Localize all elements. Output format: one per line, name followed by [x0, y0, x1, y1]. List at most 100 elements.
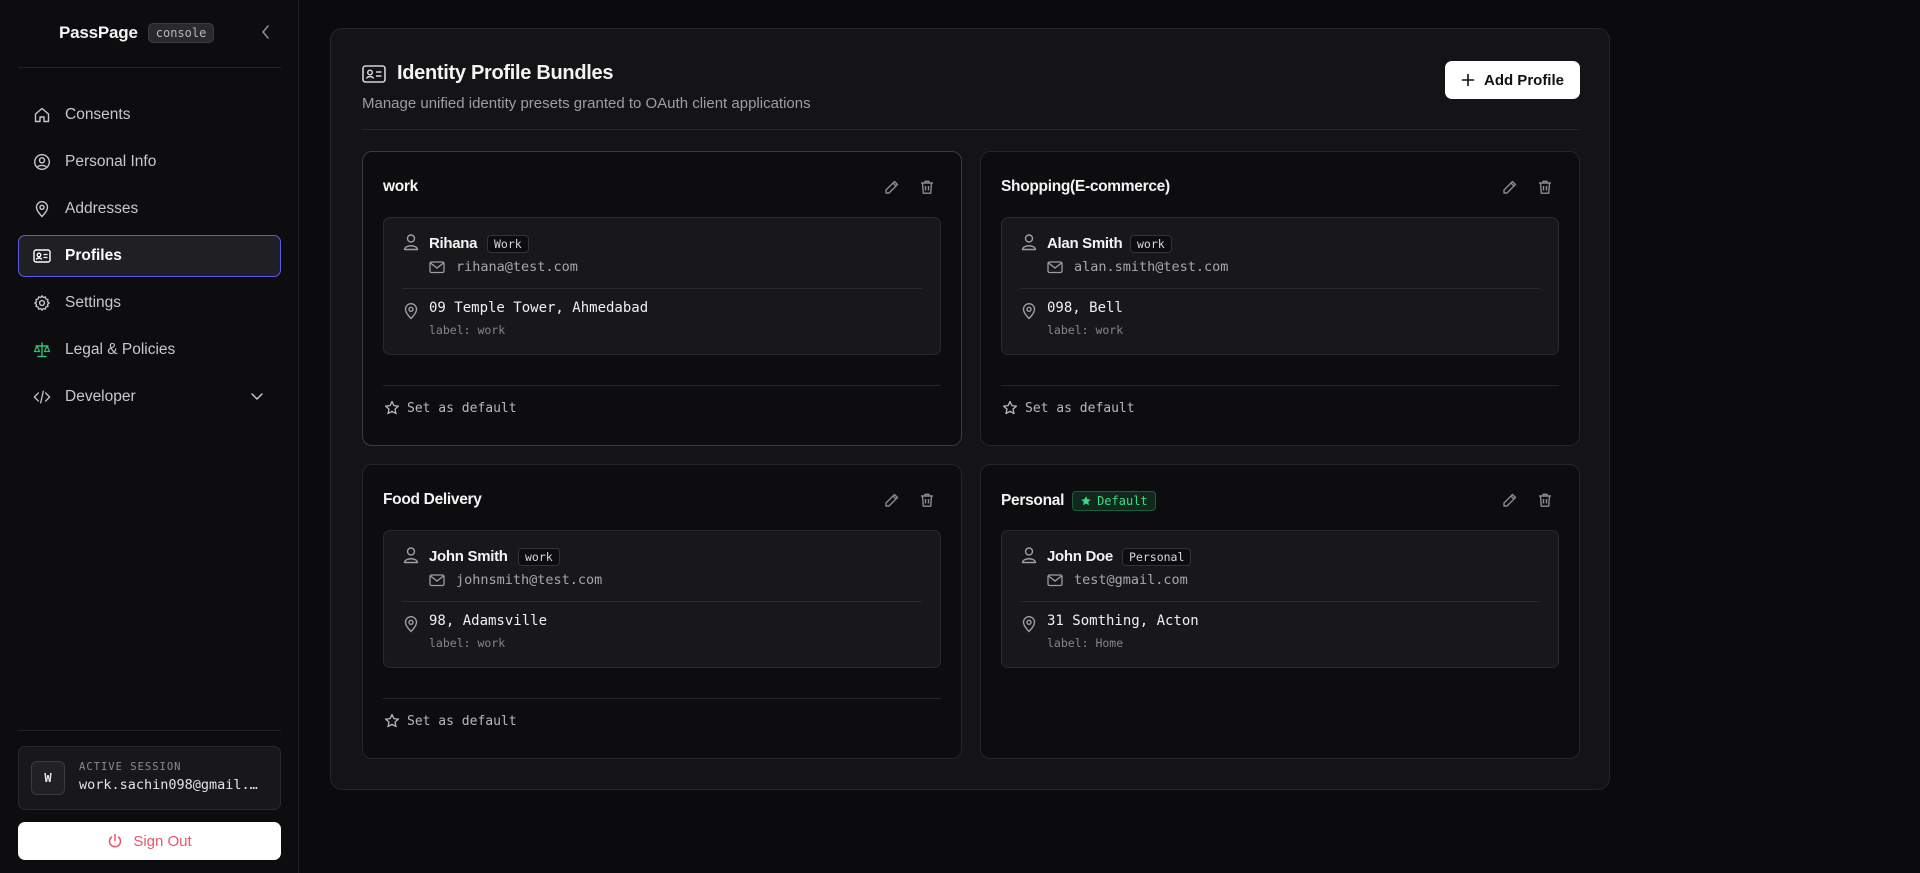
set-default-button[interactable]: Set as default — [384, 400, 517, 416]
trash-icon — [921, 180, 933, 194]
delete-button[interactable] — [1535, 490, 1555, 510]
delete-button[interactable] — [917, 177, 937, 197]
profile-name: Personal — [1001, 492, 1065, 509]
details-divider — [1020, 601, 1540, 602]
person-name: John Doe — [1047, 548, 1113, 565]
delete-button[interactable] — [917, 490, 937, 510]
mail-icon — [1047, 573, 1063, 587]
address: 98, Adamsville — [429, 613, 548, 629]
sidebar-item-label: Consents — [65, 106, 131, 123]
power-icon — [107, 833, 123, 849]
star-icon — [1002, 400, 1018, 416]
card-actions — [867, 177, 937, 197]
add-profile-label: Add Profile — [1483, 71, 1564, 89]
identity-tag: Personal — [1122, 548, 1192, 566]
identity-tag: work — [518, 548, 560, 566]
gear-icon — [33, 294, 51, 312]
collapse-sidebar-button[interactable] — [256, 22, 276, 42]
profile-details: John Smith work johnsmith@test.com 98, A… — [383, 530, 941, 668]
sign-out-button[interactable]: Sign Out — [18, 822, 281, 860]
card-actions — [1485, 177, 1555, 197]
user-circle-icon — [33, 153, 51, 171]
identity-tag: work — [1130, 235, 1172, 253]
person-name: Alan Smith — [1047, 235, 1123, 252]
set-default-label: Set as default — [407, 400, 517, 416]
sidebar-item-legal-policies[interactable]: Legal & Policies — [18, 329, 281, 371]
edit-button[interactable] — [1500, 177, 1520, 197]
card-header: Food Delivery — [383, 491, 482, 509]
page-subtitle: Manage unified identity presets granted … — [362, 95, 811, 112]
delete-button[interactable] — [1535, 177, 1555, 197]
edit-button[interactable] — [882, 490, 902, 510]
pencil-icon — [885, 180, 899, 194]
sidebar-divider — [18, 67, 281, 68]
card-divider — [1001, 385, 1559, 386]
sidebar-item-profiles[interactable]: Profiles — [18, 235, 281, 277]
star-icon — [384, 400, 400, 416]
map-pin-icon — [403, 302, 419, 320]
set-default-button[interactable]: Set as default — [1002, 400, 1135, 416]
trash-icon — [921, 493, 933, 507]
default-badge-label: Default — [1097, 494, 1148, 508]
map-pin-icon — [1021, 615, 1037, 633]
sidebar-item-label: Profiles — [65, 247, 122, 264]
edit-button[interactable] — [882, 177, 902, 197]
profile-details: John Doe Personal test@gmail.com 31 Somt… — [1001, 530, 1559, 668]
profile-name: Shopping(E-commerce) — [1001, 178, 1170, 195]
set-default-button[interactable]: Set as default — [384, 713, 517, 729]
card-header: Shopping(E-commerce) — [1001, 178, 1170, 196]
address-label: label: work — [429, 636, 506, 650]
email: test@gmail.com — [1074, 572, 1188, 588]
user-icon — [403, 233, 419, 251]
sidebar-item-label: Personal Info — [65, 153, 157, 170]
active-session-card: W ACTIVE SESSION work.sachin098@gmail.… — [18, 746, 281, 810]
sidebar-item-addresses[interactable]: Addresses — [18, 188, 281, 230]
sidebar-item-label: Developer — [65, 388, 136, 405]
card-header: Personal Default — [1001, 491, 1156, 511]
details-divider — [1020, 288, 1540, 289]
sidebar-item-settings[interactable]: Settings — [18, 282, 281, 324]
chevron-down-icon[interactable] — [250, 389, 264, 408]
chevron-left-icon — [262, 25, 269, 39]
sign-out-label: Sign Out — [133, 832, 192, 850]
address: 31 Somthing, Acton — [1047, 613, 1199, 629]
email: alan.smith@test.com — [1074, 259, 1229, 275]
card-actions — [1485, 490, 1555, 510]
map-pin-icon — [33, 200, 51, 218]
details-divider — [402, 601, 922, 602]
id-card-icon — [33, 247, 51, 265]
email: rihana@test.com — [456, 259, 578, 275]
session-email: work.sachin098@gmail.… — [79, 777, 258, 793]
pencil-icon — [1503, 180, 1517, 194]
pencil-icon — [885, 493, 899, 507]
mail-icon — [429, 573, 445, 587]
profile-card: work Rihana Work rihana@test.com 09 Temp… — [362, 151, 962, 446]
add-profile-button[interactable]: Add Profile — [1445, 61, 1580, 99]
brand: PassPage console — [59, 22, 215, 44]
edit-button[interactable] — [1500, 490, 1520, 510]
set-default-label: Set as default — [1025, 400, 1135, 416]
profiles-panel: Identity Profile Bundles Manage unified … — [330, 28, 1610, 790]
profile-card: Shopping(E-commerce) Alan Smith work ala… — [980, 151, 1580, 446]
profile-name: work — [383, 178, 418, 195]
card-header: work — [383, 178, 418, 196]
user-icon — [1021, 233, 1037, 251]
sidebar-item-personal-info[interactable]: Personal Info — [18, 141, 281, 183]
session-label: ACTIVE SESSION — [79, 761, 182, 773]
sidebar-divider — [18, 730, 281, 731]
map-pin-icon — [403, 615, 419, 633]
star-icon — [384, 713, 400, 729]
mail-icon — [1047, 260, 1063, 274]
sidebar-item-label: Addresses — [65, 200, 139, 217]
sidebar-item-consents[interactable]: Consents — [18, 94, 281, 136]
plus-icon — [1461, 73, 1475, 87]
person-name: John Smith — [429, 548, 508, 565]
details-divider — [402, 288, 922, 289]
sidebar-item-developer[interactable]: Developer — [18, 376, 281, 418]
sidebar: PassPage console Consents Personal Info … — [0, 0, 299, 873]
profile-details: Rihana Work rihana@test.com 09 Temple To… — [383, 217, 941, 355]
profile-card: Food Delivery John Smith work johnsmith@… — [362, 464, 962, 759]
avatar: W — [31, 761, 65, 795]
page-header: Identity Profile Bundles — [362, 62, 613, 85]
sidebar-item-label: Settings — [65, 294, 122, 311]
